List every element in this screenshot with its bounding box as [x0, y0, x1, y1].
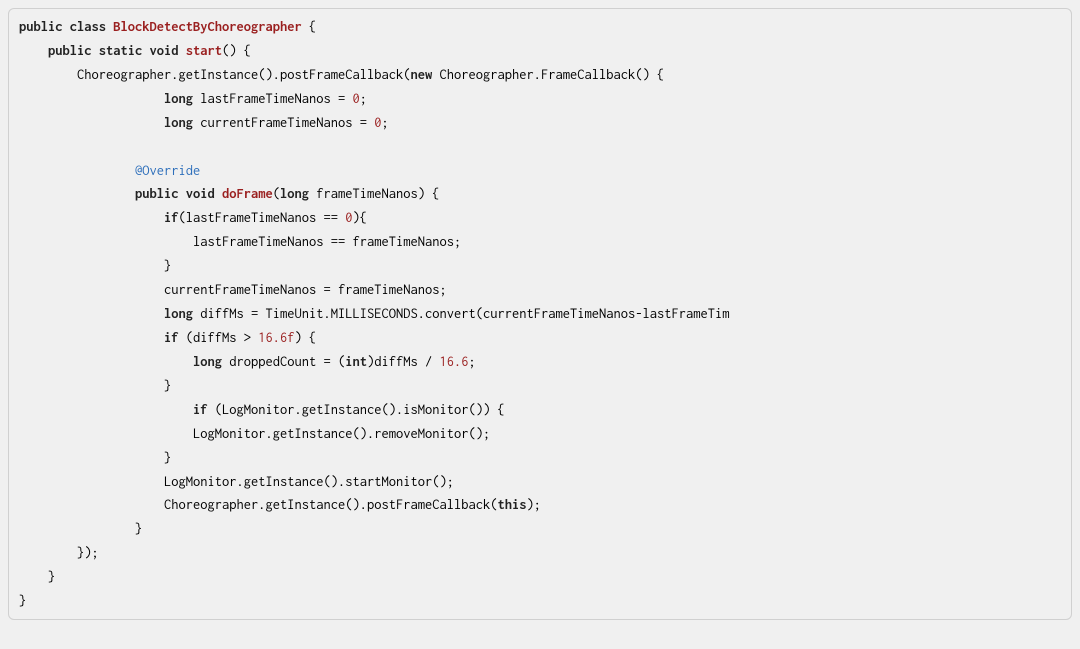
code-text: } — [48, 569, 55, 584]
keyword-long: long — [164, 306, 193, 321]
code-block: public class BlockDetectByChoreographer … — [8, 8, 1072, 620]
keyword-new: new — [411, 67, 433, 82]
indent — [19, 402, 193, 417]
code-text: frameTimeNanos) { — [309, 186, 440, 201]
keyword-if: if — [164, 210, 179, 225]
number-literal: 0 — [374, 115, 381, 130]
indent — [19, 210, 164, 225]
annotation-override: @Override — [135, 163, 200, 178]
keyword-long: long — [280, 186, 309, 201]
indent — [19, 186, 135, 201]
indent — [19, 258, 164, 273]
indent — [19, 521, 135, 536]
keyword-static: static — [99, 43, 143, 58]
indent — [19, 497, 164, 512]
indent — [19, 474, 164, 489]
indent — [19, 306, 164, 321]
keyword-long: long — [193, 354, 222, 369]
code-text: diffMs = TimeUnit.MILLISECONDS.convert(c… — [193, 306, 730, 321]
number-literal: 0 — [345, 210, 352, 225]
keyword-public: public — [19, 19, 63, 34]
code-text: ) { — [295, 330, 317, 345]
code-text: { — [302, 19, 317, 34]
code-text: } — [164, 258, 171, 273]
indent — [19, 354, 193, 369]
code-text: LogMonitor.getInstance().removeMonitor()… — [193, 426, 490, 441]
code-text: ); — [527, 497, 542, 512]
indent — [19, 426, 193, 441]
code-text: ( — [273, 186, 280, 201]
keyword-if: if — [164, 330, 179, 345]
keyword-class: class — [70, 19, 106, 34]
method-name: doFrame — [222, 186, 273, 201]
code-text: (diffMs > — [179, 330, 259, 345]
indent — [19, 450, 164, 465]
keyword-public: public — [135, 186, 179, 201]
keyword-public: public — [48, 43, 92, 58]
code-text: ){ — [353, 210, 368, 225]
number-literal: 16.6f — [258, 330, 294, 345]
code-text: lastFrameTimeNanos = — [193, 91, 353, 106]
code-text: )diffMs / — [367, 354, 440, 369]
code-text: (LogMonitor.getInstance().isMonitor()) { — [208, 402, 505, 417]
code-text: currentFrameTimeNanos = — [193, 115, 374, 130]
indent — [19, 43, 48, 58]
code-text: Choreographer.getInstance().postFrameCal… — [77, 67, 411, 82]
code-text: ; — [360, 91, 367, 106]
indent — [19, 67, 77, 82]
keyword-void: void — [186, 186, 215, 201]
number-literal: 0 — [353, 91, 360, 106]
code-text: currentFrameTimeNanos = frameTimeNanos; — [164, 282, 447, 297]
code-text: Choreographer.getInstance().postFrameCal… — [164, 497, 498, 512]
code-text: Choreographer.FrameCallback() { — [432, 67, 664, 82]
method-name: start — [186, 43, 222, 58]
code-text: LogMonitor.getInstance().startMonitor(); — [164, 474, 454, 489]
code-text: } — [19, 593, 26, 608]
indent — [19, 115, 164, 130]
keyword-int: int — [345, 354, 367, 369]
code-text: lastFrameTimeNanos == frameTimeNanos; — [193, 234, 461, 249]
keyword-void: void — [150, 43, 179, 58]
keyword-long: long — [164, 115, 193, 130]
indent — [19, 91, 164, 106]
code-text: droppedCount = ( — [222, 354, 345, 369]
keyword-long: long — [164, 91, 193, 106]
indent — [19, 330, 164, 345]
keyword-this: this — [498, 497, 527, 512]
code-text: } — [164, 378, 171, 393]
code-text: () { — [222, 43, 251, 58]
code-text: }); — [77, 545, 99, 560]
number-literal: 16.6 — [440, 354, 469, 369]
code-content: public class BlockDetectByChoreographer … — [19, 15, 1061, 613]
indent — [19, 163, 135, 178]
indent — [19, 282, 164, 297]
code-text: ; — [382, 115, 389, 130]
code-text: ; — [469, 354, 476, 369]
code-text: (lastFrameTimeNanos == — [179, 210, 346, 225]
indent — [19, 234, 193, 249]
code-text: } — [164, 450, 171, 465]
code-text: } — [135, 521, 142, 536]
indent — [19, 378, 164, 393]
indent — [19, 569, 48, 584]
keyword-if: if — [193, 402, 208, 417]
indent — [19, 545, 77, 560]
class-name: BlockDetectByChoreographer — [113, 19, 302, 34]
